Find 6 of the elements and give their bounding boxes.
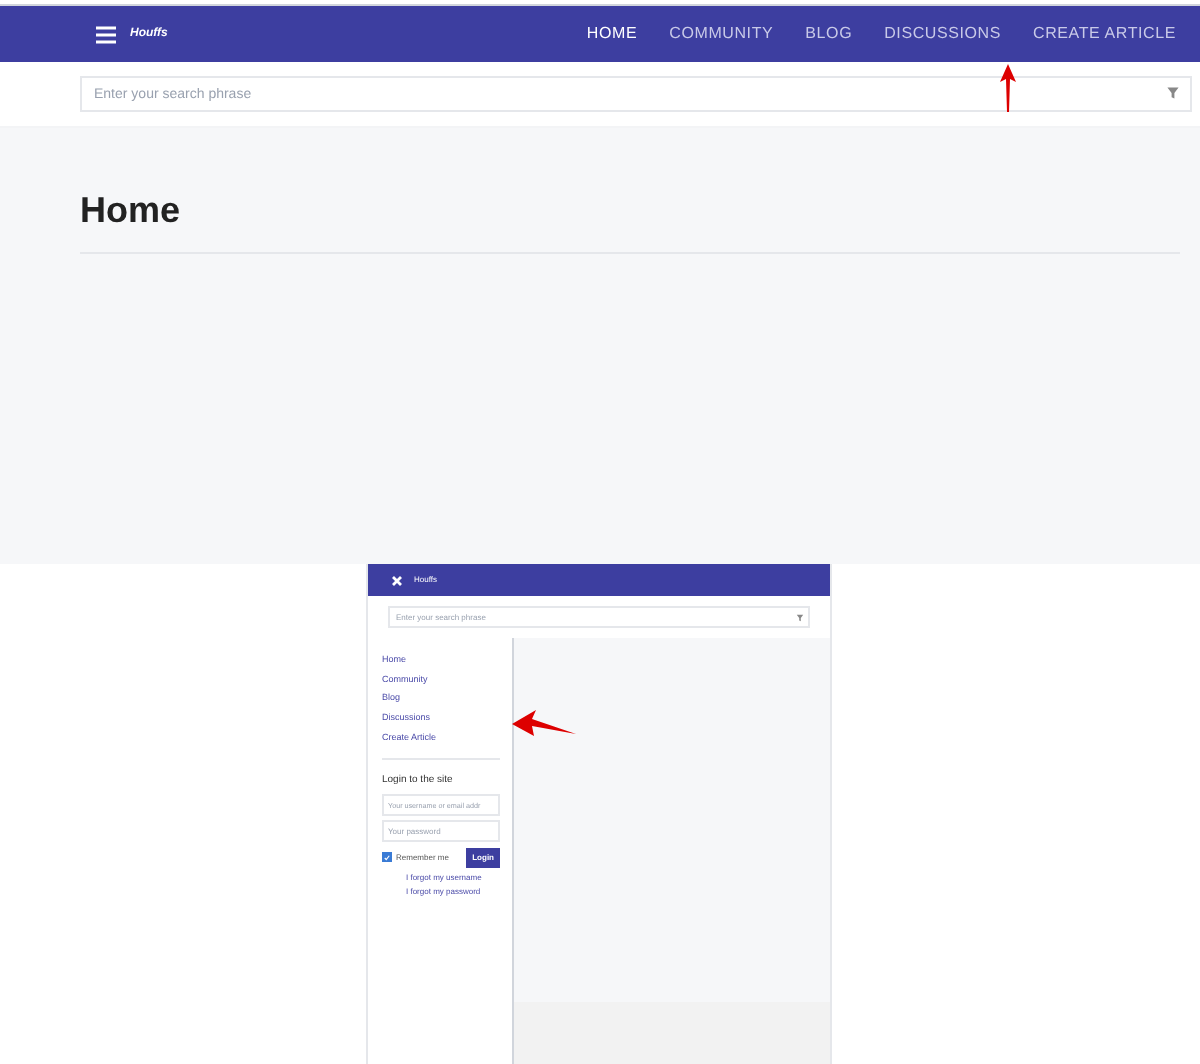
nav-link[interactable]: DISCUSSIONS: [884, 22, 1002, 46]
page-title: Home: [80, 188, 183, 232]
nav-link[interactable]: COMMUNITY: [669, 22, 774, 46]
nav-link[interactable]: CREATE ARTICLE: [1033, 22, 1176, 46]
nav-link[interactable]: HOME: [586, 22, 638, 46]
nav-link[interactable]: BLOG: [805, 22, 853, 46]
